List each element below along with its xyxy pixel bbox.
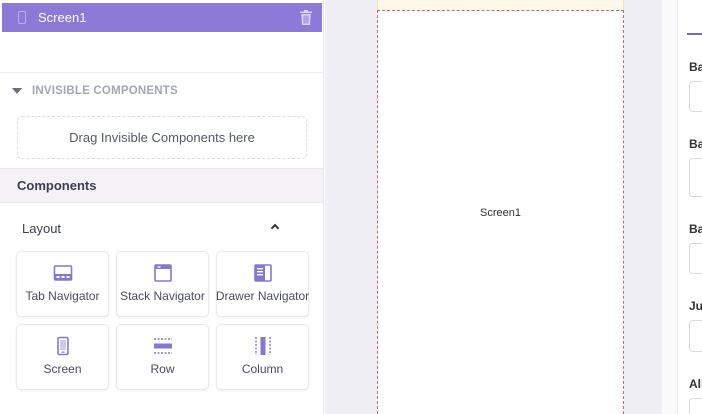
layout-section-header[interactable]: Layout: [0, 213, 323, 243]
tile-label: Drawer Navigator: [215, 289, 310, 303]
tile-label: Column: [241, 362, 284, 376]
invisible-drop-zone[interactable]: Drag Invisible Components here: [17, 116, 307, 159]
collapse-triangle-icon[interactable]: [12, 88, 22, 94]
invisible-components-title: INVISIBLE COMPONENTS: [32, 85, 178, 97]
layout-section-title: Layout: [22, 220, 62, 236]
property-label: Ba: [689, 222, 702, 236]
tile-row[interactable]: Row: [116, 324, 209, 390]
property-select[interactable]: [689, 243, 702, 274]
components-header: Components: [0, 168, 323, 203]
property-label: Ali: [689, 377, 702, 391]
drop-zone-text: Drag Invisible Components here: [69, 130, 255, 145]
component-panel: Screen1 INVISIBLE COMPONENTS Drag Invisi…: [0, 0, 324, 414]
drawer-navigator-icon: [253, 264, 272, 282]
properties-panel: Ba Ba Ba Ju Ali: [662, 0, 702, 414]
screen-name-label: Screen1: [480, 206, 521, 219]
tile-screen[interactable]: Screen: [16, 324, 109, 390]
property-label: Ju: [689, 299, 702, 313]
tab-navigator-icon: [53, 265, 72, 281]
tree-item-screen1[interactable]: Screen1: [2, 3, 322, 32]
tile-label: Screen: [43, 362, 82, 376]
device-screen[interactable]: Screen1: [377, 10, 624, 414]
tile-drawer-navigator[interactable]: Drawer Navigator: [216, 251, 309, 317]
property-select[interactable]: [689, 320, 702, 352]
property-select[interactable]: [689, 398, 702, 414]
property-input[interactable]: [689, 158, 702, 197]
property-label: Ba: [689, 137, 702, 151]
tile-label: Row: [150, 362, 175, 376]
trash-icon[interactable]: [300, 10, 312, 25]
column-icon: [254, 337, 271, 355]
tree-item-label: Screen1: [38, 10, 87, 25]
invisible-components-header[interactable]: INVISIBLE COMPONENTS: [0, 73, 323, 109]
screen-icon: [56, 336, 69, 356]
row-icon: [153, 338, 172, 354]
design-canvas: Screen1: [325, 0, 662, 414]
tile-label: Tab Navigator: [25, 289, 100, 303]
chevron-up-icon[interactable]: [270, 223, 280, 233]
phone-icon: [18, 11, 26, 24]
properties-tab-indicator: [687, 33, 702, 35]
tree-empty-area: [0, 32, 323, 73]
tile-column[interactable]: Column: [216, 324, 309, 390]
property-label: Ba: [689, 60, 702, 74]
stack-navigator-icon: [153, 264, 172, 282]
device-status-bar: [377, 0, 624, 10]
tile-tab-navigator[interactable]: Tab Navigator: [16, 251, 109, 317]
property-input[interactable]: [689, 81, 702, 112]
components-title: Components: [17, 178, 97, 193]
tile-stack-navigator[interactable]: Stack Navigator: [116, 251, 209, 317]
tile-label: Stack Navigator: [120, 289, 205, 303]
